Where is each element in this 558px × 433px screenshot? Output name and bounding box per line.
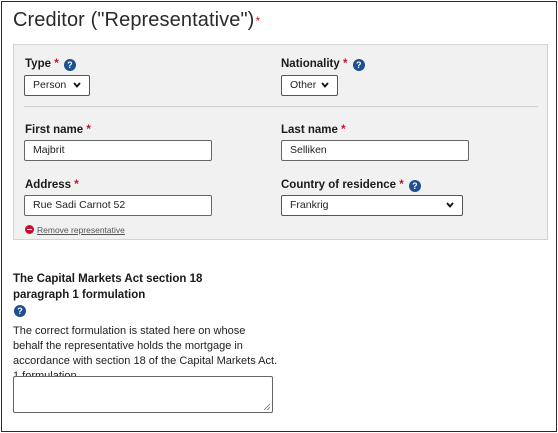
address-label: Address * — [25, 179, 79, 191]
chevron-down-icon — [321, 82, 329, 88]
question-circle-icon[interactable]: ? — [63, 59, 76, 71]
chevron-down-icon — [73, 82, 81, 88]
first-name-label: First name * — [25, 124, 91, 136]
address-field[interactable]: Rue Sadi Carnot 52 — [24, 195, 212, 216]
form-frame: Creditor ("Representative")* Type * ? Pe… — [1, 1, 557, 432]
type-label: Type * ? — [25, 58, 76, 71]
type-select[interactable]: Person — [24, 75, 90, 96]
formulation-description: The correct formulation is stated here o… — [13, 325, 278, 382]
divider — [24, 106, 538, 107]
nationality-select[interactable]: Other — [281, 75, 338, 96]
nationality-label: Nationality * ? — [281, 58, 365, 71]
question-circle-icon[interactable]: ? — [408, 180, 421, 192]
required-marker: * — [255, 14, 261, 28]
formulation-textarea[interactable] — [13, 376, 273, 413]
remove-representative-link[interactable]: Remove representative — [25, 225, 125, 235]
country-select[interactable]: Frankrig — [281, 195, 463, 216]
representative-panel: Type * ? Person Nationality * ? Other Fi… — [13, 44, 548, 240]
last-name-label: Last name * — [281, 124, 346, 136]
formulation-title: The Capital Markets Act section 18 parag… — [13, 273, 203, 301]
first-name-field[interactable]: Majbrit — [24, 140, 212, 161]
page-title: Creditor ("Representative")* — [13, 9, 261, 31]
chevron-down-icon — [446, 202, 454, 208]
question-circle-icon[interactable]: ? — [352, 59, 365, 71]
question-circle-icon[interactable]: ? — [14, 305, 26, 317]
country-label: Country of residence * ? — [281, 179, 421, 192]
last-name-field[interactable]: Selliken — [281, 140, 469, 161]
minus-circle-icon — [25, 225, 34, 234]
resize-grip-icon[interactable] — [264, 404, 270, 410]
